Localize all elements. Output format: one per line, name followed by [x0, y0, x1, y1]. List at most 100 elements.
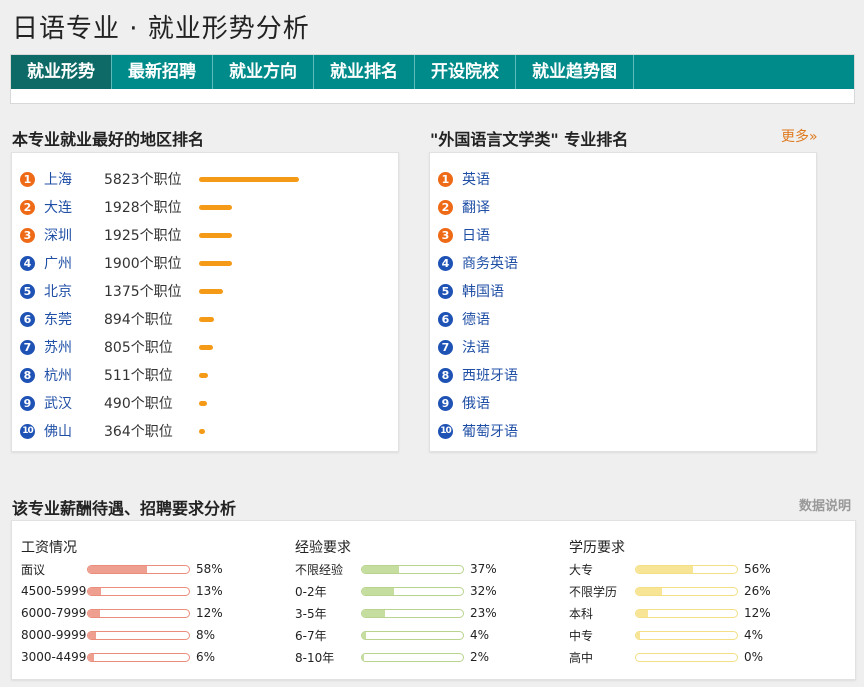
region-ranking-title: 本专业就业最好的地区排名: [12, 130, 205, 149]
rank-number-badge: 2: [438, 199, 453, 215]
salary-row: 面议 58%: [21, 560, 223, 578]
region-count-bar: [199, 372, 208, 378]
major-row: 7 法语: [438, 333, 490, 361]
major-row: 10 葡萄牙语: [438, 417, 518, 445]
salary-label: 6000-7999: [21, 606, 87, 620]
analysis-title: 该专业薪酬待遇、招聘要求分析: [12, 499, 237, 518]
major-row: 3 日语: [438, 221, 490, 249]
rank-number-badge: 2: [20, 199, 35, 215]
region-count-bar: [199, 260, 232, 266]
region-name-link[interactable]: 大连: [44, 197, 104, 217]
region-job-count: 511个职位: [104, 368, 173, 384]
region-name-link[interactable]: 佛山: [44, 421, 104, 441]
major-name-link[interactable]: 日语: [462, 225, 490, 245]
region-name-link[interactable]: 武汉: [44, 393, 104, 413]
salary-bar-track: [87, 630, 190, 640]
salary-bar-track: [87, 652, 190, 662]
experience-row: 0-2年 32%: [295, 582, 497, 600]
salary-row: 4500-5999 13%: [21, 582, 223, 600]
region-row: 4 广州 1900个职位: [20, 249, 232, 277]
region-count-bar: [199, 288, 223, 294]
nav-container: 就业形势 最新招聘 就业方向 就业排名 开设院校 就业趋势图: [10, 54, 855, 104]
rank-number-badge: 8: [438, 367, 453, 383]
major-row: 9 俄语: [438, 389, 490, 417]
rank-number-badge: 10: [20, 423, 35, 439]
more-link[interactable]: 更多»: [781, 126, 818, 146]
salary-bar-track: [87, 564, 190, 574]
experience-row: 8-10年 2%: [295, 648, 489, 666]
major-name-link[interactable]: 俄语: [462, 393, 490, 413]
salary-row: 3000-4499 6%: [21, 648, 215, 666]
experience-label: 6-7年: [295, 628, 327, 643]
major-name-link[interactable]: 韩国语: [462, 281, 504, 301]
experience-bar-fill: [362, 653, 365, 661]
major-row: 2 翻译: [438, 193, 490, 221]
education-percent: 4%: [744, 628, 764, 642]
region-name-link[interactable]: 广州: [44, 253, 104, 273]
region-row: 7 苏州 805个职位: [20, 333, 213, 361]
region-name-link[interactable]: 深圳: [44, 225, 104, 245]
region-count-bar: [199, 176, 299, 182]
region-name-link[interactable]: 上海: [44, 169, 104, 189]
region-name-link[interactable]: 杭州: [44, 365, 104, 385]
main-nav: 就业形势 最新招聘 就业方向 就业排名 开设院校 就业趋势图: [11, 55, 854, 89]
major-row: 1 英语: [438, 165, 490, 193]
tab-employment-trend[interactable]: 就业趋势图: [516, 55, 634, 89]
region-count-bar: [199, 232, 232, 238]
experience-row: 6-7年 4%: [295, 626, 489, 644]
education-bar-track: [635, 564, 738, 574]
experience-bar-track: [361, 608, 464, 618]
education-percent: 0%: [744, 650, 764, 664]
region-row: 2 大连 1928个职位: [20, 193, 232, 221]
rank-number-badge: 3: [20, 227, 35, 243]
region-job-count: 894个职位: [104, 312, 173, 328]
tab-universities[interactable]: 开设院校: [415, 55, 516, 89]
region-name-link[interactable]: 北京: [44, 281, 104, 301]
region-row: 9 武汉 490个职位: [20, 389, 207, 417]
major-name-link[interactable]: 法语: [462, 337, 490, 357]
salary-percent: 8%: [196, 628, 216, 642]
major-name-link[interactable]: 商务英语: [462, 253, 518, 273]
experience-label: 0-2年: [295, 584, 327, 599]
experience-bar-track: [361, 564, 464, 574]
major-name-link[interactable]: 葡萄牙语: [462, 421, 518, 441]
experience-bar-track: [361, 630, 464, 640]
major-name-link[interactable]: 翻译: [462, 197, 490, 217]
tab-latest-jobs[interactable]: 最新招聘: [112, 55, 213, 89]
tab-career-direction[interactable]: 就业方向: [213, 55, 314, 89]
region-name-link[interactable]: 东莞: [44, 309, 104, 329]
salary-row: 8000-9999 8%: [21, 626, 215, 644]
region-row: 6 东莞 894个职位: [20, 305, 214, 333]
major-name-link[interactable]: 西班牙语: [462, 365, 518, 385]
salary-bar-fill: [88, 609, 101, 617]
page-title: 日语专业 · 就业形势分析: [12, 14, 310, 44]
salary-title: 工资情况: [21, 540, 77, 556]
region-ranking-card: 1 上海 5823个职位 2 大连 1928个职位 3 深圳 1925个职位 4 广州 1900个职位…: [11, 152, 399, 452]
tab-employment-situation[interactable]: 就业形势: [11, 55, 112, 89]
salary-label: 面议: [21, 562, 46, 577]
rank-number-badge: 4: [438, 255, 453, 271]
data-note-link[interactable]: 数据说明: [799, 495, 851, 514]
major-name-link[interactable]: 德语: [462, 309, 490, 329]
education-bar-track: [635, 630, 738, 640]
region-name-link[interactable]: 苏州: [44, 337, 104, 357]
experience-row: 不限经验 37%: [295, 560, 497, 578]
major-ranking-title: "外国语言文学类" 专业排名: [430, 130, 629, 149]
experience-bar-track: [361, 652, 464, 662]
salary-label: 3000-4499: [21, 650, 87, 664]
experience-percent: 23%: [470, 606, 497, 620]
experience-label: 3-5年: [295, 606, 327, 621]
region-job-count: 1928个职位: [104, 200, 182, 216]
rank-number-badge: 3: [438, 227, 453, 243]
education-bar-track: [635, 608, 738, 618]
region-row: 1 上海 5823个职位: [20, 165, 299, 193]
major-name-link[interactable]: 英语: [462, 169, 490, 189]
rank-number-badge: 7: [20, 339, 35, 355]
experience-bar-fill: [362, 609, 386, 617]
education-row: 高中 0%: [569, 648, 763, 666]
rank-number-badge: 4: [20, 255, 35, 271]
education-bar-track: [635, 586, 738, 596]
salary-row: 6000-7999 12%: [21, 604, 223, 622]
tab-employment-ranking[interactable]: 就业排名: [314, 55, 415, 89]
region-row: 3 深圳 1925个职位: [20, 221, 232, 249]
